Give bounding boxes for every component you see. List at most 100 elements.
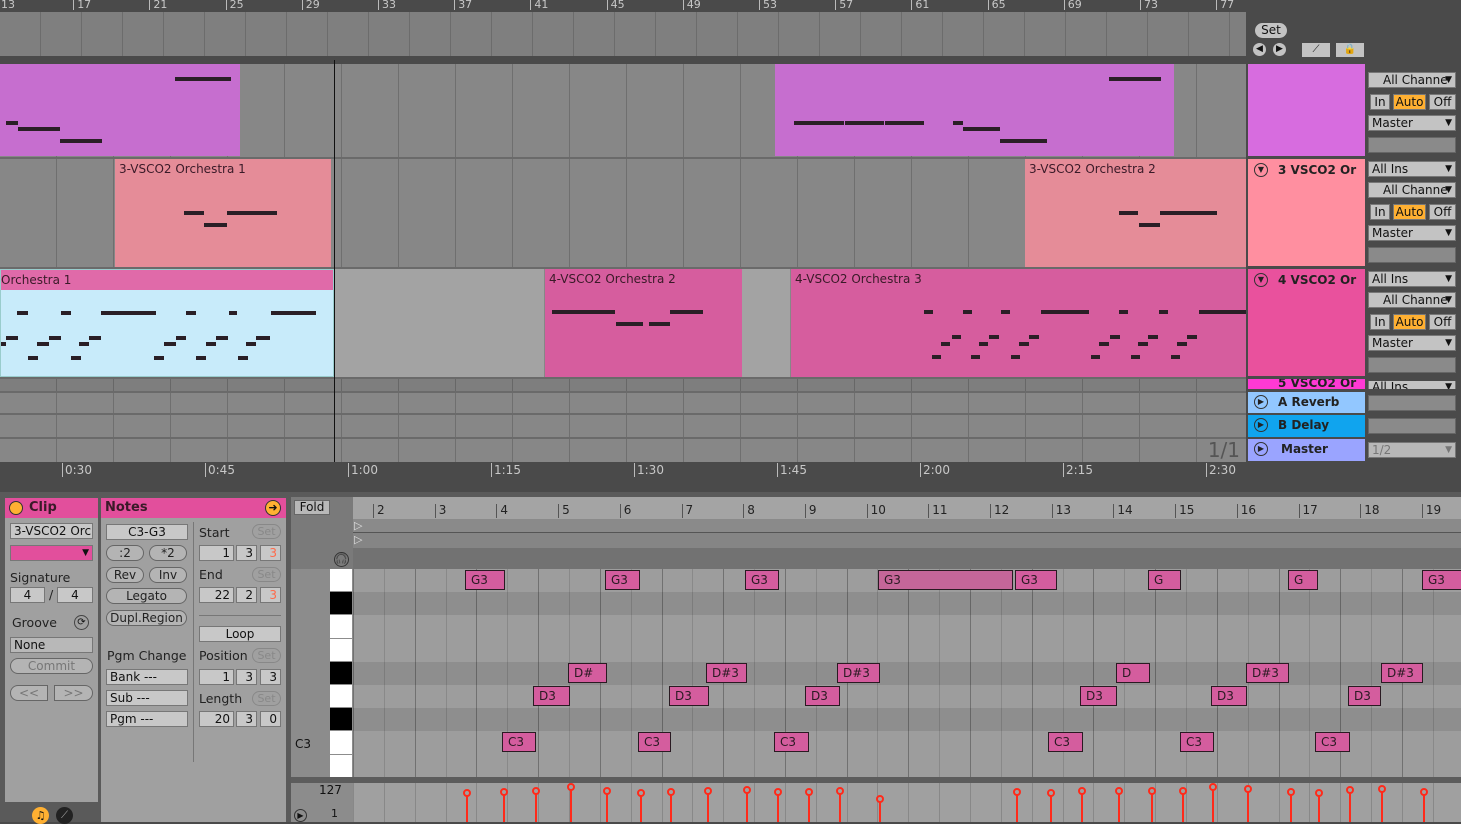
pitch-row[interactable] (353, 615, 1461, 639)
return-header-b[interactable]: ▶ B Delay (1248, 415, 1365, 437)
pitch-row[interactable] (353, 661, 1461, 685)
midi-note[interactable]: G3 (878, 570, 1013, 590)
midi-note[interactable]: D (1116, 662, 1150, 683)
loop-button[interactable]: Loop (199, 626, 281, 642)
velocity-handle[interactable] (1346, 786, 1354, 794)
black-key[interactable] (330, 708, 352, 731)
velocity-play-icon[interactable]: ▶ (294, 809, 307, 822)
track-lane-5[interactable] (0, 379, 1246, 393)
midi-note[interactable]: G3 (605, 570, 640, 590)
fold-button[interactable]: Fold (294, 500, 330, 515)
velocity-stem[interactable] (1081, 791, 1083, 822)
track-header-2[interactable] (1248, 64, 1365, 156)
velocity-handle[interactable] (836, 787, 844, 795)
midi-note[interactable]: C3 (1048, 732, 1083, 753)
velocity-stem[interactable] (535, 791, 537, 822)
velocity-handle[interactable] (603, 787, 611, 795)
half-button[interactable]: :2 (106, 545, 144, 561)
clip-purple-1[interactable] (0, 64, 240, 156)
output-dropdown[interactable]: Master (1368, 335, 1456, 351)
velocity-stem[interactable] (746, 790, 748, 822)
velocity-stem[interactable] (1016, 792, 1018, 822)
midi-note[interactable]: C3 (1180, 732, 1214, 753)
start-bar[interactable]: 1 (199, 545, 234, 561)
play-icon[interactable]: ▶ (1254, 395, 1268, 409)
playhead-cursor[interactable] (334, 60, 335, 465)
monitor-auto-button[interactable]: Auto (1393, 94, 1426, 110)
play-icon[interactable]: ▶ (1254, 442, 1268, 456)
velocity-stem[interactable] (1381, 789, 1383, 822)
midi-note[interactable]: G3 (745, 570, 779, 590)
position-beat[interactable]: 3 (236, 669, 257, 685)
track-lane-3[interactable]: 3-VSCO2 Orchestra 1 3-VSCO2 Orchestra 2 (0, 159, 1246, 269)
note-grid[interactable]: G3 G3 G3 G3 G3 G G G3 D# D#3 D#3 D D#3 D#3 D3 D3 D3 D3 D3 D… (353, 569, 1461, 777)
velocity-stem[interactable] (839, 791, 841, 822)
midi-note[interactable]: D# (568, 662, 607, 683)
start-set-button[interactable]: Set (252, 524, 281, 539)
midi-note[interactable]: C3 (502, 732, 536, 753)
velocity-stem[interactable] (1423, 792, 1425, 822)
input-channel-dropdown[interactable]: All Channe (1368, 72, 1456, 88)
midi-note[interactable]: D3 (669, 686, 709, 706)
velocity-stem[interactable] (1349, 790, 1351, 822)
output-dropdown[interactable]: Master (1368, 225, 1456, 241)
velocity-handle[interactable] (1209, 783, 1217, 791)
envelopes-box-toggle-icon[interactable]: ⟋ (56, 807, 73, 824)
output-channel-field[interactable] (1368, 357, 1456, 373)
groove-dropdown[interactable]: None (10, 637, 93, 653)
velocity-stem[interactable] (1247, 789, 1249, 822)
position-set-button[interactable]: Set (252, 648, 281, 663)
duplicate-region-button[interactable]: Dupl.Region (106, 610, 187, 626)
white-key[interactable] (330, 754, 352, 777)
monitor-auto-button[interactable]: Auto (1393, 314, 1426, 330)
velocity-handle[interactable] (532, 787, 540, 795)
velocity-stem[interactable] (640, 793, 642, 822)
next-locator-icon[interactable]: ▶ (1273, 43, 1286, 56)
midi-note[interactable]: G (1148, 570, 1181, 590)
end-beat[interactable]: 2 (236, 587, 257, 603)
arrow-right-icon[interactable]: ➜ (265, 500, 281, 516)
midi-note[interactable]: D3 (805, 686, 840, 706)
preview-headphones-icon[interactable]: 🎧 (334, 552, 349, 567)
velocity-handle[interactable] (463, 789, 471, 797)
pitch-row[interactable] (353, 754, 1461, 777)
program-field[interactable]: Pgm --- (106, 711, 188, 727)
fold-track-icon[interactable]: ▼ (1254, 163, 1268, 177)
track-lane-2[interactable] (0, 64, 1246, 159)
velocity-handle[interactable] (774, 788, 782, 796)
bar-ruler[interactable]: 2 3 4 5 6 7 8 9 10 11 12 13 14 15 16 17 18 19 (353, 497, 1461, 519)
velocity-stem[interactable] (1318, 793, 1320, 822)
midi-note[interactable]: G3 (1422, 570, 1461, 590)
velocity-handle[interactable] (704, 787, 712, 795)
velocity-stem[interactable] (503, 792, 505, 822)
reverse-button[interactable]: Rev (106, 567, 144, 583)
monitor-auto-button[interactable]: Auto (1393, 204, 1426, 220)
arrangement-overview[interactable] (0, 12, 1246, 56)
velocity-stem[interactable] (1212, 787, 1214, 822)
length-bar[interactable]: 20 (199, 711, 234, 727)
pitch-row[interactable] (353, 592, 1461, 616)
midi-note[interactable]: D#3 (837, 662, 880, 683)
midi-note[interactable]: D3 (533, 686, 570, 706)
velocity-stem[interactable] (606, 791, 608, 822)
clip-activator-icon[interactable] (9, 501, 23, 515)
midi-note[interactable]: G (1288, 570, 1318, 590)
black-key[interactable] (330, 592, 352, 615)
sub-bank-field[interactable]: Sub --- (106, 690, 188, 706)
midi-note[interactable]: C3 (1315, 732, 1350, 753)
monitor-in-button[interactable]: In (1370, 94, 1390, 110)
velocity-handle[interactable] (1420, 788, 1428, 796)
note-range-field[interactable]: C3-G3 (106, 524, 188, 540)
track-header-3[interactable]: ▼ 3 VSCO2 Or (1248, 159, 1365, 266)
monitor-off-button[interactable]: Off (1429, 94, 1456, 110)
velocity-handle[interactable] (1148, 787, 1156, 795)
output-channel-field[interactable] (1368, 137, 1456, 153)
velocity-handle[interactable] (743, 786, 751, 794)
loop-end-marker-row[interactable]: ▷ (353, 533, 1461, 548)
scrub-row[interactable] (353, 548, 1461, 569)
return-output-field[interactable] (1368, 418, 1456, 434)
velocity-handle[interactable] (1315, 789, 1323, 797)
return-lane-b[interactable] (0, 415, 1246, 439)
commit-button[interactable]: Commit (10, 658, 93, 674)
input-type-dropdown[interactable]: All Ins (1368, 381, 1456, 389)
